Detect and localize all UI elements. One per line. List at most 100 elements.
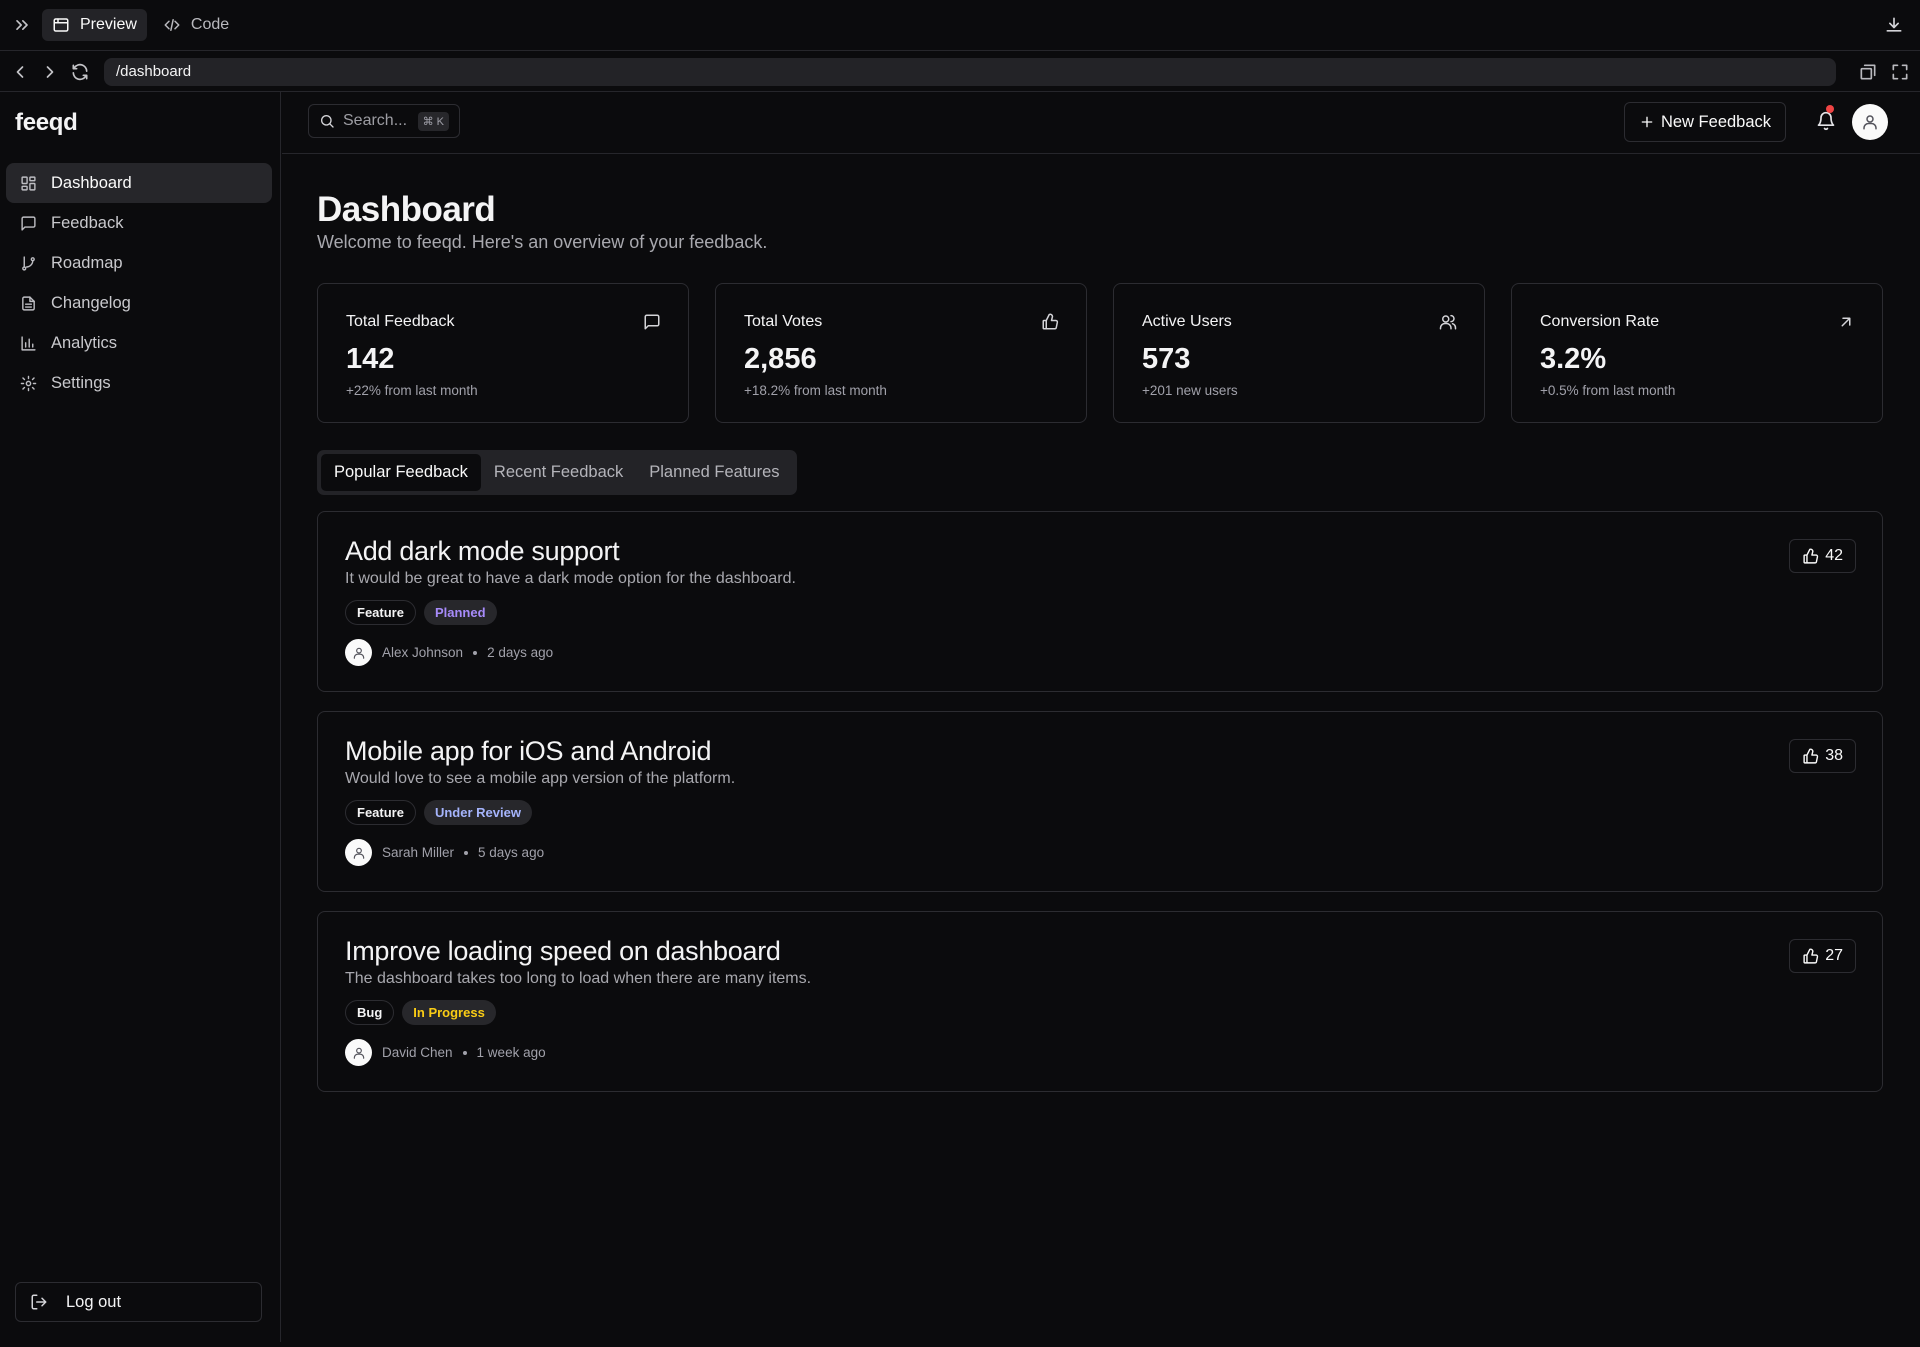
sidebar-item-dashboard[interactable]: Dashboard	[6, 163, 272, 203]
branch-icon	[22, 255, 35, 271]
vote-count: 27	[1825, 947, 1843, 964]
app-header: Search... ⌘ K New Feedback	[282, 92, 1920, 154]
stat-label: Conversion Rate	[1540, 313, 1660, 330]
feedback-description: Would love to see a mobile app version o…	[345, 770, 736, 787]
user-icon	[353, 1047, 364, 1059]
stat-card-active-users: Active Users 573 +201 new users	[1113, 283, 1485, 423]
feedback-meta: Alex Johnson 2 days ago	[345, 639, 553, 666]
stat-label: Total Votes	[744, 313, 823, 330]
address-bar: /dashboard	[0, 52, 1920, 92]
separator-dot	[464, 850, 469, 855]
feedback-title[interactable]: Improve loading speed on dashboard	[345, 936, 781, 967]
status-badge: Under Review	[423, 800, 532, 825]
thumbs-up-icon	[1803, 748, 1819, 764]
search-input[interactable]: Search... ⌘ K	[308, 104, 460, 138]
logout-button[interactable]: Log out	[15, 1282, 262, 1322]
stat-card-total-feedback: Total Feedback 142 +22% from last month	[317, 283, 689, 423]
chevrons-right-icon[interactable]	[12, 15, 32, 35]
new-feedback-label: New Feedback	[1660, 112, 1772, 131]
stats-row: Total Feedback 142 +22% from last month …	[317, 283, 1883, 423]
code-icon	[164, 19, 180, 31]
author-name: Sarah Miller	[382, 845, 455, 860]
user-icon	[353, 847, 364, 859]
feedback-description: The dashboard takes too long to load whe…	[345, 970, 812, 987]
stat-card-total-votes: Total Votes 2,856 +18.2% from last month	[715, 283, 1087, 423]
new-feedback-button[interactable]: New Feedback	[1624, 102, 1786, 142]
feedback-meta: David Chen 1 week ago	[345, 1039, 546, 1066]
tab-planned-features[interactable]: Planned Features	[636, 454, 792, 491]
tab-code[interactable]: Code	[153, 9, 239, 41]
avatar	[345, 1039, 372, 1066]
tab-preview[interactable]: Preview	[42, 9, 147, 41]
stat-delta: +22% from last month	[346, 383, 478, 398]
bar-chart-icon	[21, 335, 36, 351]
feedback-tags: Bug In Progress	[345, 1000, 496, 1025]
url-field[interactable]: /dashboard	[104, 57, 1836, 86]
feedback-card[interactable]: Mobile app for iOS and Android Would lov…	[317, 711, 1883, 892]
forward-icon[interactable]	[40, 62, 60, 82]
logout-label: Log out	[66, 1292, 122, 1311]
stat-delta: +0.5% from last month	[1540, 383, 1676, 398]
tab-code-label: Code	[190, 16, 230, 33]
timestamp: 1 week ago	[476, 1045, 546, 1060]
plus-icon	[1641, 116, 1653, 128]
bell-icon[interactable]	[1816, 111, 1836, 131]
type-badge: Feature	[345, 600, 416, 625]
avatar	[345, 839, 372, 866]
feedback-title[interactable]: Add dark mode support	[345, 536, 620, 567]
feedback-card[interactable]: Improve loading speed on dashboard The d…	[317, 911, 1883, 1092]
feedback-list: Add dark mode support It would be great …	[317, 511, 1883, 1111]
sidebar-item-changelog[interactable]: Changelog	[6, 283, 272, 323]
type-badge: Bug	[345, 1000, 395, 1025]
feedback-title[interactable]: Mobile app for iOS and Android	[345, 736, 712, 767]
vote-button[interactable]: 42	[1789, 539, 1856, 573]
sidebar-item-label: Feedback	[51, 213, 124, 232]
feedback-card[interactable]: Add dark mode support It would be great …	[317, 511, 1883, 692]
sidebar-item-analytics[interactable]: Analytics	[6, 323, 272, 363]
gear-icon	[20, 375, 37, 391]
window-icon	[53, 18, 69, 32]
status-badge: In Progress	[402, 1000, 496, 1025]
sidebar-item-label: Analytics	[51, 333, 118, 352]
feedback-tags: Feature Under Review	[345, 800, 532, 825]
sidebar-item-label: Roadmap	[51, 253, 123, 272]
user-avatar[interactable]	[1852, 104, 1888, 140]
search-placeholder: Search...	[343, 112, 408, 129]
refresh-icon[interactable]	[70, 62, 90, 82]
grid-icon	[21, 175, 36, 191]
sidebar-item-label: Changelog	[51, 293, 131, 312]
feedback-description: It would be great to have a dark mode op…	[345, 570, 796, 587]
page-subtitle: Welcome to feeqd. Here's an overview of …	[317, 232, 768, 252]
stat-label: Total Feedback	[346, 313, 455, 330]
back-icon[interactable]	[10, 62, 30, 82]
download-icon[interactable]	[1884, 15, 1904, 35]
thumbs-up-icon	[1803, 548, 1819, 564]
stat-label: Active Users	[1142, 313, 1232, 330]
preview-toolbar: Preview Code	[0, 0, 1920, 51]
feedback-tags: Feature Planned	[345, 600, 497, 625]
message-icon	[644, 314, 660, 330]
stat-value: 2,856	[744, 343, 817, 375]
sidebar-item-feedback[interactable]: Feedback	[6, 203, 272, 243]
stat-value: 573	[1142, 343, 1191, 375]
timestamp: 5 days ago	[478, 845, 545, 860]
author-name: Alex Johnson	[382, 645, 464, 660]
status-badge: Planned	[423, 600, 497, 625]
app-logo[interactable]: feeqd	[15, 109, 78, 137]
sidebar-item-label: Dashboard	[51, 173, 132, 192]
open-in-new-icon[interactable]	[1858, 62, 1878, 82]
tab-popular-feedback[interactable]: Popular Feedback	[321, 454, 481, 491]
fullscreen-icon[interactable]	[1890, 62, 1910, 82]
sidebar-item-settings[interactable]: Settings	[6, 363, 272, 403]
notification-dot	[1826, 105, 1834, 113]
sidebar-item-label: Settings	[51, 373, 111, 392]
feedback-meta: Sarah Miller 5 days ago	[345, 839, 544, 866]
vote-button[interactable]: 27	[1789, 939, 1856, 973]
vote-button[interactable]: 38	[1789, 739, 1856, 773]
sidebar: feeqd Dashboard Feedback Roadmap Changel…	[0, 92, 281, 1342]
stat-card-conversion-rate: Conversion Rate 3.2% +0.5% from last mon…	[1511, 283, 1883, 423]
sidebar-item-roadmap[interactable]: Roadmap	[6, 243, 272, 283]
stat-value: 142	[346, 343, 395, 375]
thumbs-up-icon	[1803, 948, 1819, 964]
tab-recent-feedback[interactable]: Recent Feedback	[481, 454, 636, 491]
